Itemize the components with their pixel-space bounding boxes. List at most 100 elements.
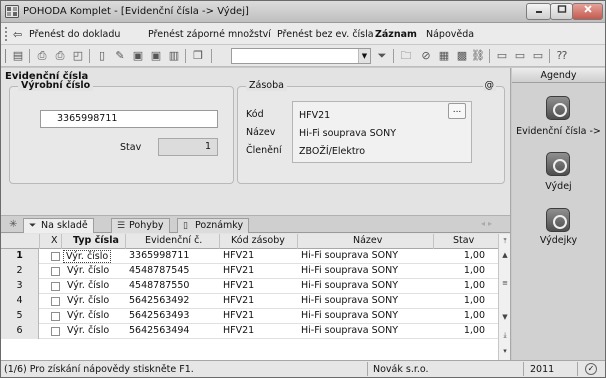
cell-kod: HFV21 [223, 295, 255, 306]
row-checkbox[interactable] [51, 282, 60, 291]
maximize-icon [557, 5, 566, 13]
open-icon[interactable]: ▤ [11, 49, 25, 63]
toolbar-separator [185, 49, 186, 63]
form-view-icon[interactable]: ▭ [513, 49, 527, 63]
print-preview-icon[interactable]: ⎙ [35, 49, 49, 63]
table-scrollbar[interactable]: ⤒ ▲ ≡ ▼ ⤓ ▾ [498, 234, 510, 360]
copy-icon[interactable]: ❐ [191, 49, 205, 63]
zasoba-link-icon[interactable]: @ [482, 80, 496, 91]
tab-pohyby-label: Pohyby [129, 220, 164, 231]
zasoba-select-button[interactable]: ... [448, 103, 466, 119]
header-x[interactable]: X [51, 235, 58, 246]
cleneni-value: ZBOŽÍ/Elektro [299, 146, 366, 157]
minimize-button[interactable] [526, 3, 551, 20]
menu-prenest-zaporne[interactable]: Přenést záporné množství [148, 29, 271, 40]
table-row[interactable]: 2 Výr. číslo 4548787545 HFV21 Hi-Fi soup… [1, 264, 498, 279]
help-icon[interactable]: ⁇ [555, 49, 569, 63]
list-view-icon[interactable]: ▭ [495, 49, 509, 63]
tab-poznamky[interactable]: ▯ Poznámky [177, 218, 250, 233]
save-icon[interactable]: ▣ [131, 49, 145, 63]
header-typ-cisla[interactable]: Typ čísla [73, 235, 119, 246]
menu-prenest-do-dokladu[interactable]: Přenést do dokladu [29, 29, 120, 40]
new-record-icon[interactable]: ▯ [95, 49, 109, 63]
agenda-vydej[interactable]: Výdej [512, 181, 605, 192]
status-year[interactable]: 2011 [530, 364, 554, 375]
vydejky-agenda-icon[interactable] [546, 208, 570, 232]
tab-pohyby[interactable]: ☰ Pohyby [111, 218, 170, 233]
chevron-down-icon[interactable]: ▼ [358, 49, 370, 63]
scroll-bottom-icon[interactable]: ⤓ [500, 330, 510, 340]
menu-grip[interactable] [5, 27, 8, 41]
menu-napoveda[interactable]: Nápověda [426, 29, 474, 40]
print-icon[interactable]: ⎙ [53, 49, 67, 63]
tab-scroll-arrows[interactable]: ◂▸ [481, 219, 495, 228]
menu-zaznam[interactable]: Záznam [375, 29, 417, 40]
filter-icon[interactable]: ⏷ [375, 49, 389, 63]
row-checkbox[interactable] [51, 312, 60, 321]
save-all-icon[interactable]: ▣ [149, 49, 163, 63]
tab-menu-icon[interactable]: ✳ [9, 219, 17, 230]
table-row[interactable]: 6 Výr. číslo 5642563494 HFV21 Hi-Fi soup… [1, 324, 498, 339]
header-separator [433, 234, 434, 249]
row-checkbox[interactable] [51, 297, 60, 306]
table-row[interactable]: 4 Výr. číslo 5642563492 HFV21 Hi-Fi soup… [1, 294, 498, 309]
row-number: 2 [1, 264, 39, 279]
quick-filter-combo[interactable]: ▼ [231, 48, 371, 64]
toolbar-separator [29, 49, 30, 63]
pohoda-app-icon[interactable] [5, 5, 19, 18]
evidencni-cisla-table: X Typ čísla Evidenční č. Kód zásoby Náze… [1, 234, 510, 360]
tab-na-sklade-label: Na skladě [41, 220, 88, 231]
filter-icon: ⏷ [29, 221, 37, 231]
table-row[interactable]: 1 Výr. číslo 3365998711 HFV21 Hi-Fi soup… [1, 249, 498, 264]
table-row[interactable]: 5 Výr. číslo 5642563493 HFV21 Hi-Fi soup… [1, 309, 498, 324]
table-row[interactable]: 3 Výr. číslo 4548787550 HFV21 Hi-Fi soup… [1, 279, 498, 294]
edit-record-icon[interactable]: ✎ [113, 49, 127, 63]
scroll-top-icon[interactable]: ⤒ [500, 236, 510, 246]
zasoba-detail-box: HFV21 Hi-Fi souprava SONY ZBOŽÍ/Elektro [292, 101, 472, 163]
row-checkbox[interactable] [51, 252, 60, 261]
header-separator [297, 234, 298, 249]
title-bar: POHODA Komplet - [Evidenční čísla -> Výd… [1, 1, 605, 23]
agenda-evidencni-cisla[interactable]: Evidenční čísla -> [512, 126, 605, 137]
scroll-down-icon[interactable]: ▼ [500, 312, 510, 322]
scroll-end-icon[interactable]: ▾ [500, 346, 510, 356]
vydej-agenda-icon[interactable] [546, 152, 570, 176]
evidencni-cisla-agenda-icon[interactable] [546, 96, 570, 120]
agenda-vydejky[interactable]: Výdejky [512, 235, 605, 246]
toolbar-separator [89, 49, 90, 63]
row-checkbox[interactable] [51, 267, 60, 276]
cell-stav: 1,00 [463, 250, 485, 261]
scroll-up-icon[interactable]: ▲ [500, 250, 510, 260]
table-icon[interactable]: ▦ [437, 49, 451, 63]
delete-icon[interactable]: ▥ [167, 49, 181, 63]
row-checkbox[interactable] [51, 327, 60, 336]
vyrobni-cislo-input[interactable]: 3365998711 [40, 110, 218, 128]
header-kod-zasoby[interactable]: Kód zásoby [231, 235, 285, 246]
tab-na-sklade[interactable]: ⏷ Na skladě [23, 218, 94, 233]
folder-icon[interactable]: 🗀 [399, 49, 413, 63]
header-stav[interactable]: Stav [453, 235, 474, 246]
scroll-thumb[interactable]: ≡ [500, 278, 510, 288]
row-number: 1 [1, 249, 39, 264]
link-icon[interactable]: ⛓ [471, 49, 485, 63]
cell-kod: HFV21 [223, 325, 255, 336]
calculator-icon[interactable]: ▩ [455, 49, 469, 63]
maximize-button[interactable] [550, 3, 573, 20]
preview-icon[interactable]: ◰ [71, 49, 85, 63]
split-view-icon[interactable]: ▭ [531, 49, 545, 63]
cell-evidencni-cislo: 5642563493 [129, 310, 190, 321]
back-arrow-icon[interactable]: ⇦ [13, 28, 22, 41]
attach-icon[interactable]: ⊘ [419, 49, 433, 63]
minimize-icon [535, 11, 542, 13]
kod-label: Kód [246, 109, 264, 120]
toolbar: ▤ ⎙ ⎙ ◰ ▯ ✎ ▣ ▣ ▥ ❐ ▼ ⏷ 🗀 ⊘ ▦ ▩ ⛓ ▭ ▭ ▭ … [1, 45, 605, 67]
check-icon[interactable]: ✓ [585, 363, 597, 375]
close-button[interactable] [572, 3, 603, 20]
header-separator [61, 234, 62, 249]
header-evidencni-cislo[interactable]: Evidenční č. [145, 235, 202, 246]
menu-prenest-bez-ev-cisla[interactable]: Přenést bez ev. čísla [277, 29, 374, 40]
toolbar-separator [211, 49, 212, 63]
header-nazev[interactable]: Název [353, 235, 382, 246]
status-company: Novák s.r.o. [373, 364, 429, 375]
close-icon [583, 5, 592, 13]
